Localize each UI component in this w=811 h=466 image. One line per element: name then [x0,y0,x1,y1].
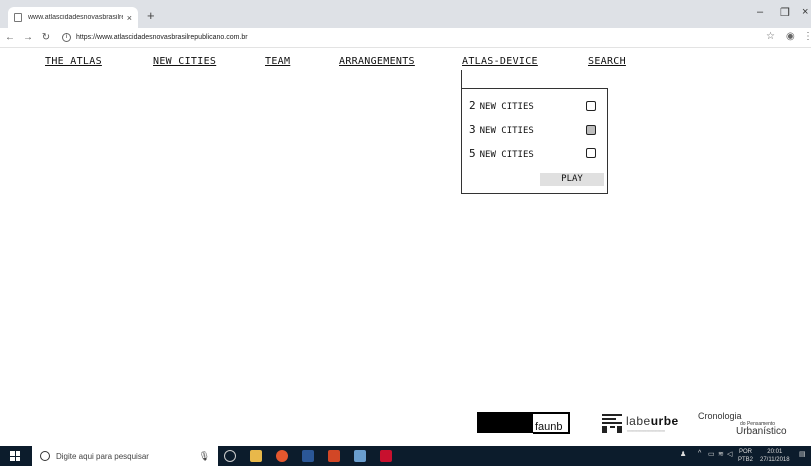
wifi-icon[interactable]: ≋ [718,450,724,458]
people-icon[interactable]: ♟ [680,450,686,458]
address-bar-row: ← → ↻ i https://www.atlascidadesnovasbra… [0,28,811,48]
windows-taskbar: Digite aqui para pesquisar 🎙 ♟ ^ ▭ ≋ ◁ P… [0,446,811,466]
cronologia-logo-line1: Cronologia [698,411,742,421]
tray-chevron-icon[interactable]: ^ [698,450,701,457]
info-icon[interactable]: i [62,33,71,42]
forward-arrow-icon[interactable]: → [20,32,36,43]
minimize-button[interactable]: – [757,6,763,18]
checkbox-2-new-cities[interactable] [586,101,596,111]
paint-icon[interactable] [354,450,366,462]
profile-icon[interactable]: ◉ [786,31,795,42]
taskbar-search-box[interactable]: Digite aqui para pesquisar 🎙 [32,446,218,466]
checkbox-5-new-cities[interactable] [586,148,596,158]
browser-tab-bar: www.atlascidadesnovasbrasilrep… × + – ❐ … [0,0,811,28]
taskbar-search-placeholder: Digite aqui para pesquisar [56,451,149,461]
menu-the-atlas[interactable]: THE ATLAS [45,56,102,67]
word-icon[interactable] [302,450,314,462]
option-2-new-cities: 2 NEW CITIES [469,99,534,112]
page-icon [14,13,22,22]
cronologia-logo-line3: Urbanístico [736,426,787,437]
language-indicator[interactable]: POR PTB2 [738,448,753,464]
option-3-new-cities: 3 NEW CITIES [469,123,534,136]
tab-close-icon[interactable]: × [127,13,132,23]
volume-icon[interactable]: ◁ [727,450,732,458]
url-field[interactable]: i https://www.atlascidadesnovasbrasilrep… [62,30,248,45]
back-arrow-icon[interactable]: ← [2,32,18,43]
url-text: https://www.atlascidadesnovasbrasilrepub… [76,34,248,41]
browser-menu-icon[interactable]: ⋮ [803,31,811,42]
microphone-icon[interactable]: 🎙 [199,451,210,462]
option-5-new-cities: 5 NEW CITIES [469,147,534,160]
taskbar-clock[interactable]: 20:01 27/11/2018 [760,448,790,464]
faunb-logo-text: faunb [535,421,563,433]
menu-search[interactable]: SEARCH [588,56,626,67]
menu-atlas-device[interactable]: ATLAS-DEVICE [462,56,538,67]
dropdown-connector [461,70,462,88]
close-window-button[interactable]: × [802,6,808,18]
battery-icon[interactable]: ▭ [708,450,715,458]
faunb-logo-block [477,412,533,433]
bookmark-star-icon[interactable]: ☆ [766,31,775,42]
task-view-icon[interactable] [224,450,236,462]
windows-start-icon[interactable] [10,451,20,461]
play-button[interactable]: PLAY [540,173,604,186]
menu-arrangements[interactable]: ARRANGEMENTS [339,56,415,67]
menu-team[interactable]: TEAM [265,56,290,67]
atlas-device-panel: 2 NEW CITIES 3 NEW CITIES 5 NEW CITIES PLAY [461,88,608,194]
new-tab-button[interactable]: + [147,8,155,23]
labeurbe-logo-text: labeurbe [626,414,679,428]
tab-title: www.atlascidadesnovasbrasilrep… [28,14,123,21]
chrome-icon[interactable] [276,450,288,462]
file-explorer-icon[interactable] [250,450,262,462]
browser-tab[interactable]: www.atlascidadesnovasbrasilrep… × [8,7,138,28]
labeurbe-logo-icon [602,414,622,433]
checkbox-3-new-cities[interactable] [586,125,596,135]
notifications-icon[interactable]: ▤ [799,450,806,458]
acrobat-icon[interactable] [380,450,392,462]
menu-new-cities[interactable]: NEW CITIES [153,56,216,67]
labeurbe-logo-subtitle: ━━━━━━━━━━━━━━━━━━━━━ [627,429,665,433]
cortana-icon [40,451,50,461]
reload-icon[interactable]: ↻ [38,32,54,43]
maximize-button[interactable]: ❐ [780,6,790,19]
powerpoint-icon[interactable] [328,450,340,462]
